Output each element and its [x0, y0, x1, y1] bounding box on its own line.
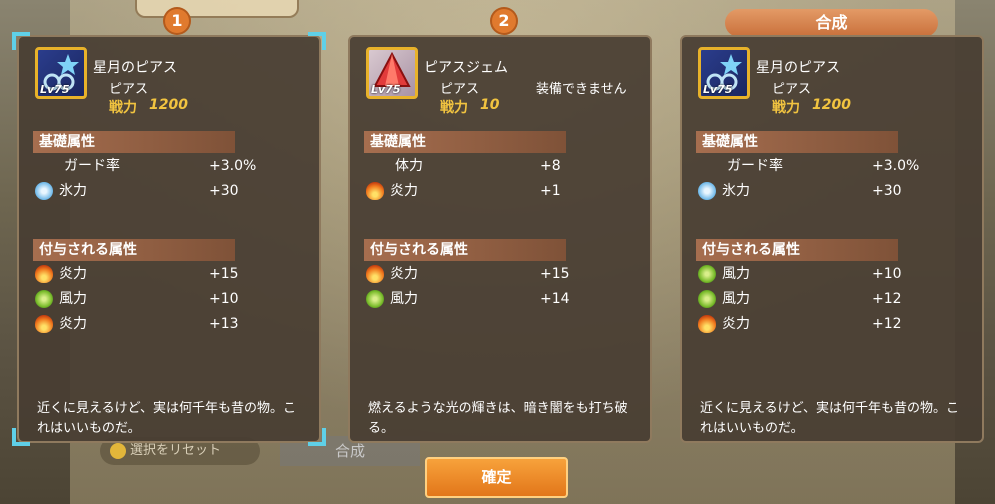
- item-level: Lv75: [703, 83, 733, 96]
- power-label: 戦力: [772, 100, 800, 116]
- material-panel-1[interactable]: Lv75 星月のピアスピアス戦力 1200 基礎属性ガード率 +3.0% 氷力 +30 付与…: [17, 35, 321, 443]
- stat-value: +15: [209, 266, 239, 282]
- power-label: 戦力: [440, 100, 468, 116]
- wind-icon: [698, 290, 716, 308]
- item-description: 燃えるような光の輝きは、暗き闇をも打ち破る。: [368, 401, 628, 436]
- stat-name: 氷力: [59, 183, 87, 199]
- earring-item-icon: Lv75: [35, 47, 87, 99]
- selection-corner-icon: [12, 428, 30, 446]
- background-title-banner: [135, 0, 299, 18]
- wind-icon: [366, 290, 384, 308]
- fire-icon: [698, 315, 716, 333]
- item-type: ピアス: [772, 82, 812, 97]
- stat-value: +8: [540, 158, 561, 174]
- item-level: Lv75: [40, 83, 70, 96]
- stat-name: 風力: [722, 291, 750, 307]
- stat-name: 炎力: [390, 266, 418, 282]
- stat-name: 風力: [722, 266, 750, 282]
- granted-stat-row: 炎力 +15: [19, 263, 319, 285]
- power-label: 戦力: [109, 100, 137, 116]
- power-value: 10: [480, 97, 500, 113]
- item-type: ピアス: [109, 82, 149, 97]
- selection-corner-icon: [308, 32, 326, 50]
- material-panel-2[interactable]: Lv75 ピアスジェムピアス 装備できません戦力 10 基礎属性体力 +8 炎力 +1 付与さ…: [348, 35, 652, 443]
- stat-name: 炎力: [390, 183, 418, 199]
- stat-value: +12: [872, 291, 902, 307]
- base-stat-row: ガード率 +3.0%: [682, 155, 982, 177]
- granted-stat-row: 風力 +10: [19, 288, 319, 310]
- equip-note: 装備できません: [536, 82, 627, 97]
- stat-name: 風力: [390, 291, 418, 307]
- granted-stat-row: 風力 +12: [682, 288, 982, 310]
- base-stat-row: 氷力 +30: [19, 180, 319, 202]
- base-attributes-header: 基礎属性: [696, 131, 898, 153]
- fire-icon: [35, 315, 53, 333]
- base-stat-row: ガード率 +3.0%: [19, 155, 319, 177]
- stat-name: 炎力: [59, 316, 87, 332]
- selection-corner-icon: [12, 32, 30, 50]
- stat-value: +15: [540, 266, 570, 282]
- slot-1-badge: 1: [165, 9, 189, 33]
- result-header: 合成: [725, 9, 938, 37]
- granted-attributes-header: 付与される属性: [696, 239, 898, 261]
- item-description: 近くに見えるけど、実は何千年も昔の物。これはいいものだ。: [37, 401, 296, 436]
- item-level: Lv75: [371, 83, 401, 96]
- result-panel: Lv75 星月のピアスピアス戦力 1200 基礎属性ガード率 +3.0% 氷力 +30 付与…: [680, 35, 984, 443]
- stat-value: +10: [209, 291, 239, 307]
- slot-2-badge: 2: [492, 9, 516, 33]
- item-type: ピアス: [440, 82, 480, 97]
- item-description: 近くに見えるけど、実は何千年も昔の物。これはいいものだ。: [700, 401, 959, 436]
- base-attributes-header: 基礎属性: [364, 131, 566, 153]
- gem-item-icon: Lv75: [366, 47, 418, 99]
- earring-item-icon: Lv75: [698, 47, 750, 99]
- reset-label: 選択をリセット: [130, 443, 222, 458]
- item-name: ピアスジェム: [424, 60, 508, 76]
- stat-value: +3.0%: [872, 158, 920, 174]
- item-name: 星月のピアス: [756, 60, 840, 76]
- stat-name: ガード率: [64, 158, 120, 174]
- wind-icon: [698, 265, 716, 283]
- power-value: 1200: [149, 97, 188, 113]
- ice-icon: [698, 182, 716, 200]
- selection-corner-icon: [308, 428, 326, 446]
- ice-icon: [35, 182, 53, 200]
- base-attributes-header: 基礎属性: [33, 131, 235, 153]
- base-stat-row: 氷力 +30: [682, 180, 982, 202]
- coin-icon: [110, 443, 126, 459]
- stat-name: 氷力: [722, 183, 750, 199]
- confirm-button[interactable]: 確定: [425, 457, 568, 498]
- stat-name: 炎力: [59, 266, 87, 282]
- stat-name: 風力: [59, 291, 87, 307]
- stat-value: +1: [540, 183, 561, 199]
- stat-value: +10: [872, 266, 902, 282]
- granted-stat-row: 風力 +14: [350, 288, 650, 310]
- stat-value: +30: [872, 183, 902, 199]
- fire-icon: [35, 265, 53, 283]
- stat-name: ガード率: [727, 158, 783, 174]
- stat-value: +30: [209, 183, 239, 199]
- power-value: 1200: [812, 97, 851, 113]
- stat-value: +12: [872, 316, 902, 332]
- granted-stat-row: 風力 +10: [682, 263, 982, 285]
- stat-name: 炎力: [722, 316, 750, 332]
- stat-value: +14: [540, 291, 570, 307]
- fire-icon: [366, 265, 384, 283]
- base-stat-row: 体力 +8: [350, 155, 650, 177]
- granted-stat-row: 炎力 +13: [19, 313, 319, 335]
- item-name: 星月のピアス: [93, 60, 177, 76]
- fire-icon: [366, 182, 384, 200]
- granted-stat-row: 炎力 +15: [350, 263, 650, 285]
- granted-stat-row: 炎力 +12: [682, 313, 982, 335]
- base-stat-row: 炎力 +1: [350, 180, 650, 202]
- granted-attributes-header: 付与される属性: [33, 239, 235, 261]
- granted-attributes-header: 付与される属性: [364, 239, 566, 261]
- wind-icon: [35, 290, 53, 308]
- stat-value: +3.0%: [209, 158, 257, 174]
- stat-name: 体力: [395, 158, 423, 174]
- stat-value: +13: [209, 316, 239, 332]
